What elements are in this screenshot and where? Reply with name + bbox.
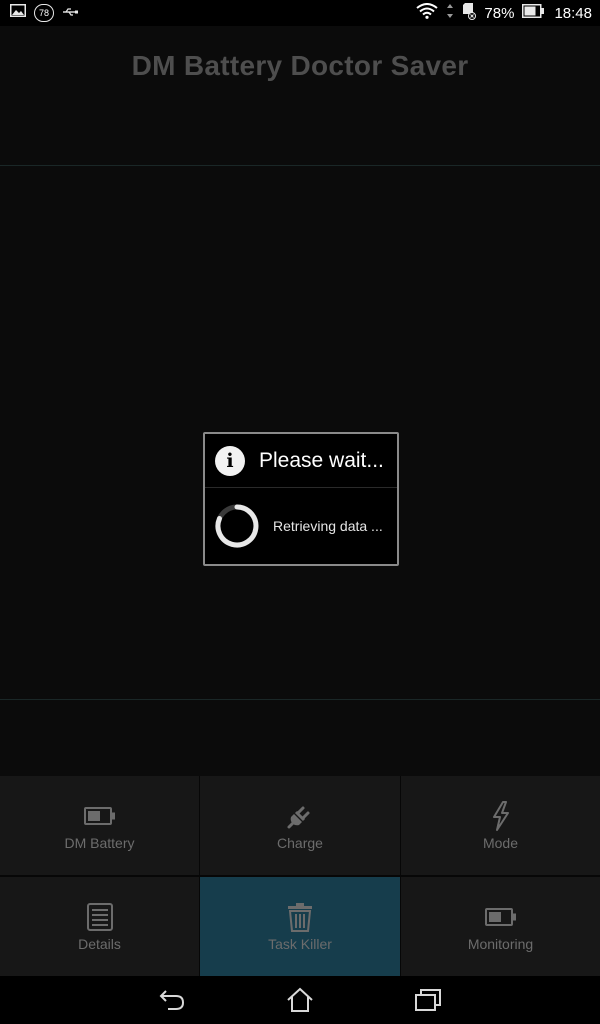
menu-item-charge[interactable]: Charge xyxy=(200,776,400,875)
info-icon: i xyxy=(215,445,245,476)
menu-label: Details xyxy=(78,935,121,952)
app-header: DM Battery Doctor Saver xyxy=(0,26,600,166)
battery-icon xyxy=(83,801,117,831)
menu-label: Monitoring xyxy=(467,935,534,952)
menu-item-dm-battery[interactable]: DM Battery xyxy=(0,776,199,875)
status-bar-right: 78% 18:48 xyxy=(416,2,592,25)
home-icon[interactable] xyxy=(280,984,320,1016)
battery-monitor-icon xyxy=(484,902,518,932)
sd-card-icon xyxy=(462,2,477,25)
loading-spinner-icon xyxy=(215,504,259,548)
plug-icon xyxy=(283,801,317,831)
badge-icon: 78 xyxy=(34,4,54,22)
battery-icon xyxy=(522,3,545,23)
app-title: DM Battery Doctor Saver xyxy=(131,50,469,81)
lightning-icon xyxy=(484,800,518,831)
menu-item-mode[interactable]: Mode xyxy=(401,776,600,875)
battery-percent: 78% xyxy=(484,4,515,22)
trash-icon xyxy=(283,902,317,932)
menu-item-details[interactable]: Details xyxy=(0,877,199,976)
data-arrows-icon xyxy=(446,3,454,24)
image-icon xyxy=(10,4,26,22)
usb-icon xyxy=(62,4,78,22)
back-icon[interactable] xyxy=(152,984,192,1016)
menu-grid: DM Battery Charge Mode Details Task Kill… xyxy=(0,776,600,976)
dialog-header: i Please wait... xyxy=(205,434,397,488)
dialog-body: Retrieving data ... xyxy=(205,488,397,564)
wifi-icon xyxy=(416,2,439,24)
progress-dialog: i Please wait... Retrieving data ... xyxy=(203,432,399,566)
dialog-title: Please wait... xyxy=(259,448,384,472)
menu-divider xyxy=(0,875,600,877)
clock: 18:48 xyxy=(554,4,592,22)
menu-item-task-killer[interactable]: Task Killer xyxy=(200,877,400,976)
menu-label: DM Battery xyxy=(64,834,135,851)
menu-item-monitoring[interactable]: Monitoring xyxy=(401,877,600,976)
list-icon xyxy=(83,902,117,932)
status-bar: 78 78% 18:48 xyxy=(0,0,600,26)
menu-label: Mode xyxy=(482,834,519,851)
content-divider xyxy=(0,699,600,700)
menu-label: Charge xyxy=(277,834,323,851)
menu-label: Task Killer xyxy=(268,935,332,952)
navigation-bar xyxy=(0,976,600,1024)
app-screen: DM Battery Doctor Saver i Please wait...… xyxy=(0,26,600,976)
dialog-message: Retrieving data ... xyxy=(273,518,383,534)
status-bar-left: 78 xyxy=(10,4,78,22)
recents-icon[interactable] xyxy=(408,984,448,1016)
